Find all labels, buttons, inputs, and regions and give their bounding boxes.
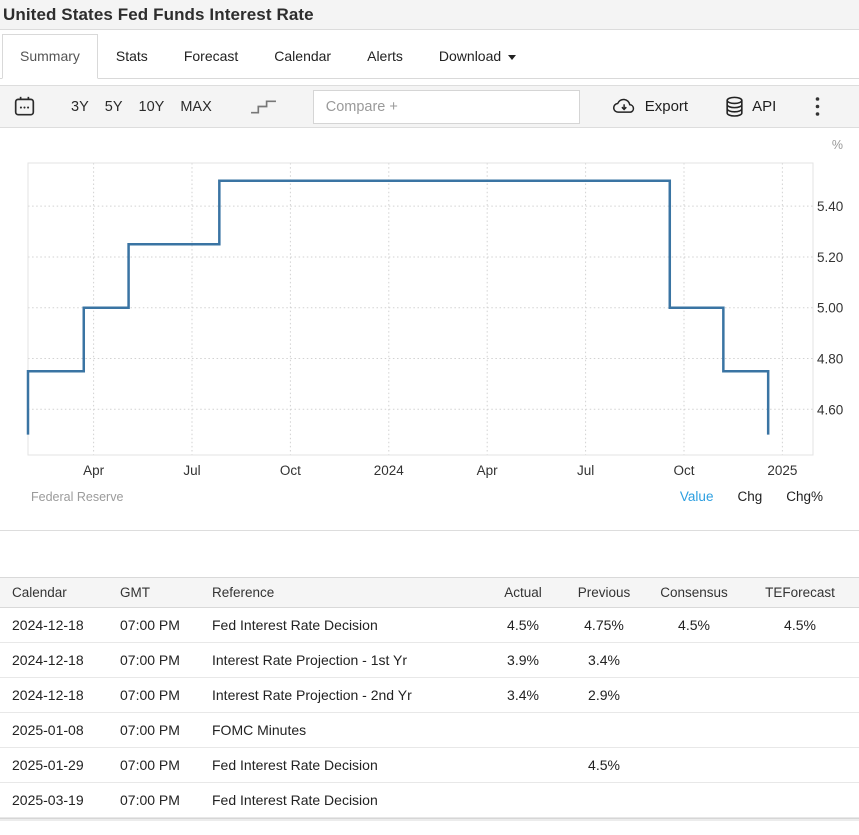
chart-card: 5.40 5.20 5.00 4.80 4.60 Apr Jul Oct 2024 Apr Jul O… <box>0 128 859 531</box>
toggle-chg-pct[interactable]: Chg% <box>786 489 823 504</box>
page-title: United States Fed Funds Interest Rate <box>3 5 314 25</box>
table-row[interactable]: 2025-01-0807:00 PMFOMC Minutes <box>0 713 859 748</box>
table-cell: FOMC Minutes <box>212 722 481 738</box>
export-label: Export <box>645 98 688 115</box>
api-label: API <box>752 98 776 115</box>
table-row[interactable]: 2024-12-1807:00 PMInterest Rate Projecti… <box>0 643 859 678</box>
range-5y-button[interactable]: 5Y <box>97 95 131 119</box>
table-cell: 07:00 PM <box>120 687 212 703</box>
table-cell: 2025-01-29 <box>12 757 120 773</box>
x-axis-tick-label: Oct <box>673 463 694 478</box>
date-range-button[interactable] <box>14 96 35 117</box>
tab-stats[interactable]: Stats <box>98 34 166 79</box>
calendar-table: Calendar GMT Reference Actual Previous C… <box>0 577 859 818</box>
kebab-menu-icon <box>815 96 820 117</box>
col-header-reference: Reference <box>212 585 481 600</box>
table-cell: 3.4% <box>565 652 643 668</box>
x-axis-tick-label: Apr <box>83 463 105 478</box>
y-axis-tick-label: 5.20 <box>817 250 843 265</box>
more-options-button[interactable] <box>815 96 820 117</box>
col-header-teforecast: TEForecast <box>745 585 855 600</box>
x-axis-tick-label: Jul <box>183 463 200 478</box>
x-axis-tick-label: 2025 <box>767 463 797 478</box>
y-axis-tick-label: 4.80 <box>817 352 843 367</box>
table-cell: 2025-03-19 <box>12 792 120 808</box>
y-axis-tick-label: 5.00 <box>817 301 843 316</box>
table-row[interactable]: 2024-12-1807:00 PMInterest Rate Projecti… <box>0 678 859 713</box>
col-header-previous: Previous <box>565 585 643 600</box>
calendar-icon <box>14 96 35 117</box>
table-row[interactable]: 2024-12-1807:00 PMFed Interest Rate Deci… <box>0 608 859 643</box>
tab-alerts[interactable]: Alerts <box>349 34 421 79</box>
table-cell: 2024-12-18 <box>12 652 120 668</box>
table-cell: Fed Interest Rate Decision <box>212 792 481 808</box>
table-cell: Interest Rate Projection - 2nd Yr <box>212 687 481 703</box>
compare-field-wrap <box>313 90 580 124</box>
table-cell: 2025-01-08 <box>12 722 120 738</box>
col-header-calendar: Calendar <box>12 585 120 600</box>
chart-footer: Federal Reserve Value Chg Chg% <box>0 481 859 504</box>
plot-area-border <box>28 163 813 455</box>
table-cell: 4.5% <box>481 617 565 633</box>
table-bottom-strip <box>0 818 859 821</box>
chevron-down-icon <box>508 55 516 60</box>
page-header: United States Fed Funds Interest Rate <box>0 0 859 30</box>
table-cell: Interest Rate Projection - 1st Yr <box>212 652 481 668</box>
tab-summary[interactable]: Summary <box>2 34 98 79</box>
table-cell: 4.5% <box>643 617 745 633</box>
table-cell: 3.4% <box>481 687 565 703</box>
series-toggle-group: Value Chg Chg% <box>680 489 823 504</box>
table-cell: 2.9% <box>565 687 643 703</box>
x-axis-tick-label: Oct <box>280 463 301 478</box>
x-axis-tick-label: 2024 <box>374 463 405 478</box>
table-cell: Fed Interest Rate Decision <box>212 617 481 633</box>
table-row[interactable]: 2025-03-1907:00 PMFed Interest Rate Deci… <box>0 783 859 818</box>
rate-chart-svg[interactable]: 5.40 5.20 5.00 4.80 4.60 Apr Jul Oct 2024 Apr Jul O… <box>0 128 859 481</box>
x-axis-tick-label: Jul <box>577 463 594 478</box>
database-icon <box>725 96 744 118</box>
table-cell: 07:00 PM <box>120 792 212 808</box>
table-cell: 07:00 PM <box>120 722 212 738</box>
table-cell: 4.5% <box>745 617 855 633</box>
range-max-button[interactable]: MAX <box>172 95 219 119</box>
spacer <box>0 531 859 577</box>
range-selector: 3Y 5Y 10Y MAX <box>63 95 220 119</box>
table-cell: 07:00 PM <box>120 757 212 773</box>
y-axis-tick-label: 4.60 <box>817 402 843 417</box>
range-3y-button[interactable]: 3Y <box>63 95 97 119</box>
table-cell: 07:00 PM <box>120 617 212 633</box>
chart-type-button[interactable] <box>250 98 277 115</box>
table-cell: 07:00 PM <box>120 652 212 668</box>
tab-forecast[interactable]: Forecast <box>166 34 256 79</box>
cloud-download-icon <box>611 97 637 116</box>
table-cell: 3.9% <box>481 652 565 668</box>
step-line-icon <box>250 98 277 115</box>
table-cell: 4.75% <box>565 617 643 633</box>
source-label: Federal Reserve <box>31 490 123 504</box>
y-axis-tick-label: 5.40 <box>817 199 843 214</box>
table-cell: 4.5% <box>565 757 643 773</box>
api-button[interactable]: API <box>725 96 776 118</box>
toggle-value[interactable]: Value <box>680 489 714 504</box>
col-header-consensus: Consensus <box>643 585 745 600</box>
col-header-gmt: GMT <box>120 585 212 600</box>
tab-calendar[interactable]: Calendar <box>256 34 349 79</box>
calendar-table-body: 2024-12-1807:00 PMFed Interest Rate Deci… <box>0 608 859 818</box>
compare-input[interactable] <box>313 90 580 124</box>
table-cell: 2024-12-18 <box>12 687 120 703</box>
table-cell: 2024-12-18 <box>12 617 120 633</box>
calendar-table-header: Calendar GMT Reference Actual Previous C… <box>0 578 859 608</box>
x-axis-tick-label: Apr <box>477 463 499 478</box>
col-header-actual: Actual <box>481 585 565 600</box>
range-10y-button[interactable]: 10Y <box>131 95 173 119</box>
chart-toolbar: 3Y 5Y 10Y MAX Export API <box>0 85 859 128</box>
toggle-chg[interactable]: Chg <box>737 489 762 504</box>
tab-bar: Summary Stats Forecast Calendar Alerts D… <box>0 30 859 79</box>
table-cell: Fed Interest Rate Decision <box>212 757 481 773</box>
tab-download[interactable]: Download <box>421 34 534 79</box>
export-button[interactable]: Export <box>611 97 688 116</box>
y-axis-unit-label: % <box>832 138 843 152</box>
table-row[interactable]: 2025-01-2907:00 PMFed Interest Rate Deci… <box>0 748 859 783</box>
